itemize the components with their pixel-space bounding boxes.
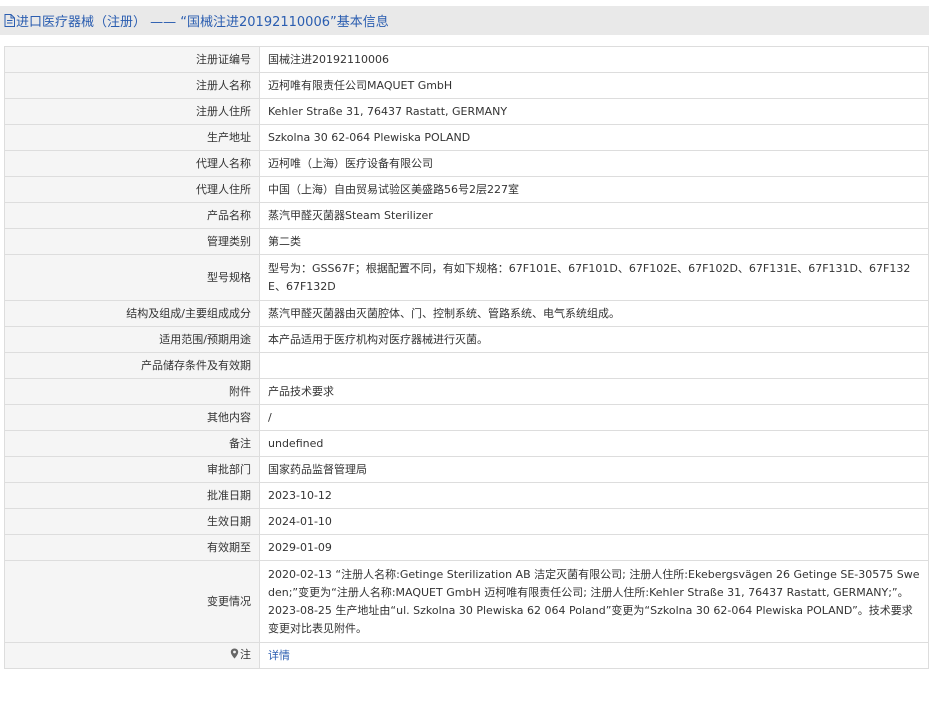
table-row: 备注 undefined	[4, 430, 929, 457]
field-value: 国械注进20192110006	[259, 46, 929, 73]
table-row: 管理类别 第二类	[4, 228, 929, 255]
change-entry: 2020-02-13 “注册人名称:Getinge Sterilization …	[268, 567, 920, 599]
field-label: 审批部门	[4, 456, 260, 483]
change-history: 2020-02-13 “注册人名称:Getinge Sterilization …	[259, 560, 929, 643]
field-label: 型号规格	[4, 254, 260, 301]
table-row: 生效日期 2024-01-10	[4, 508, 929, 535]
note-label-cell: 注	[4, 642, 260, 669]
field-value: 国家药品监督管理局	[259, 456, 929, 483]
field-label: 附件	[4, 378, 260, 405]
detail-link[interactable]: 详情	[268, 649, 290, 662]
table-row: 代理人名称 迈柯唯（上海）医疗设备有限公司	[4, 150, 929, 177]
field-value	[259, 352, 929, 379]
table-row: 注册证编号 国械注进20192110006	[4, 46, 929, 73]
field-label: 变更情况	[4, 560, 260, 643]
table-row: 适用范围/预期用途 本产品适用于医疗机构对医疗器械进行灭菌。	[4, 326, 929, 353]
field-label: 有效期至	[4, 534, 260, 561]
field-value: 本产品适用于医疗机构对医疗器械进行灭菌。	[259, 326, 929, 353]
field-label: 注册人住所	[4, 98, 260, 125]
change-entry: 2023-08-25 生产地址由“ul. Szkolna 30 Plewiska…	[268, 603, 913, 635]
field-label: 结构及组成/主要组成成分	[4, 300, 260, 327]
field-label: 注册证编号	[4, 46, 260, 73]
document-icon	[4, 14, 15, 27]
field-label: 生产地址	[4, 124, 260, 151]
field-value: 2029-01-09	[259, 534, 929, 561]
info-table: 注册证编号 国械注进20192110006 注册人名称 迈柯唯有限责任公司MAQUET…	[4, 46, 929, 669]
table-row: 注册人名称 迈柯唯有限责任公司MAQUET GmbH	[4, 72, 929, 99]
field-label: 适用范围/预期用途	[4, 326, 260, 353]
field-value: 蒸汽甲醛灭菌器Steam Sterilizer	[259, 202, 929, 229]
table-row: 代理人住所 中国（上海）自由贸易试验区美盛路56号2层227室	[4, 176, 929, 203]
page-title: 进口医疗器械（注册） —— “国械注进20192110006”基本信息	[16, 15, 389, 30]
table-row: 附件 产品技术要求	[4, 378, 929, 405]
field-label: 备注	[4, 430, 260, 457]
field-value: 蒸汽甲醛灭菌器由灭菌腔体、门、控制系统、管路系统、电气系统组成。	[259, 300, 929, 327]
field-value: Kehler Straße 31, 76437 Rastatt, GERMANY	[259, 98, 929, 125]
table-row-note: 注 详情	[4, 642, 929, 669]
field-value: undefined	[259, 430, 929, 457]
field-label: 生效日期	[4, 508, 260, 535]
field-value: Szkolna 30 62-064 Plewiska POLAND	[259, 124, 929, 151]
field-value: 中国（上海）自由贸易试验区美盛路56号2层227室	[259, 176, 929, 203]
field-value: 迈柯唯（上海）医疗设备有限公司	[259, 150, 929, 177]
table-row: 其他内容 /	[4, 404, 929, 431]
field-value: 产品技术要求	[259, 378, 929, 405]
table-row: 生产地址 Szkolna 30 62-064 Plewiska POLAND	[4, 124, 929, 151]
table-row: 注册人住所 Kehler Straße 31, 76437 Rastatt, GE…	[4, 98, 929, 125]
field-label: 代理人住所	[4, 176, 260, 203]
table-row: 有效期至 2029-01-09	[4, 534, 929, 561]
field-value: 第二类	[259, 228, 929, 255]
field-label: 注册人名称	[4, 72, 260, 99]
field-label: 批准日期	[4, 482, 260, 509]
field-value: /	[259, 404, 929, 431]
table-row: 产品储存条件及有效期	[4, 352, 929, 379]
table-row: 型号规格 型号为：GSS67F；根据配置不同，有如下规格：67F101E、67F1…	[4, 254, 929, 301]
note-value: 详情	[259, 642, 929, 669]
table-row: 产品名称 蒸汽甲醛灭菌器Steam Sterilizer	[4, 202, 929, 229]
field-label: 产品名称	[4, 202, 260, 229]
table-row: 结构及组成/主要组成成分 蒸汽甲醛灭菌器由灭菌腔体、门、控制系统、管路系统、电气系…	[4, 300, 929, 327]
field-label: 管理类别	[4, 228, 260, 255]
map-pin-icon	[230, 647, 239, 665]
field-label: 其他内容	[4, 404, 260, 431]
field-value: 型号为：GSS67F；根据配置不同，有如下规格：67F101E、67F101D、…	[259, 254, 929, 301]
table-row: 审批部门 国家药品监督管理局	[4, 456, 929, 483]
field-value: 2024-01-10	[259, 508, 929, 535]
page-title-bar: 进口医疗器械（注册） —— “国械注进20192110006”基本信息	[0, 6, 929, 35]
table-row: 批准日期 2023-10-12	[4, 482, 929, 509]
field-value: 迈柯唯有限责任公司MAQUET GmbH	[259, 72, 929, 99]
field-value: 2023-10-12	[259, 482, 929, 509]
field-label: 代理人名称	[4, 150, 260, 177]
field-label: 产品储存条件及有效期	[4, 352, 260, 379]
note-label: 注	[240, 648, 251, 661]
table-row-changes: 变更情况 2020-02-13 “注册人名称:Getinge Sterilizat…	[4, 560, 929, 643]
